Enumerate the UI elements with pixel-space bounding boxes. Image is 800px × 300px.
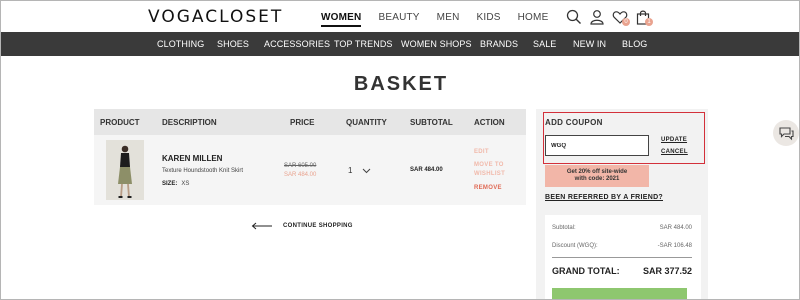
dept-home[interactable]: HOME bbox=[518, 12, 549, 27]
dept-women[interactable]: WOMEN bbox=[321, 12, 362, 27]
discount-value: -SAR 106.48 bbox=[657, 243, 692, 249]
quantity-value: 1 bbox=[348, 166, 353, 175]
basket-item-row: KAREN MILLEN Texture Houndstooth Knit Sk… bbox=[94, 135, 526, 205]
product-brand[interactable]: KAREN MILLEN bbox=[162, 154, 222, 163]
subtotal-value: SAR 484.00 bbox=[659, 225, 692, 231]
page-title: BASKET bbox=[353, 73, 449, 95]
edit-link[interactable]: EDIT bbox=[474, 149, 489, 155]
move-to-wishlist-link-line1[interactable]: MOVE TO bbox=[474, 162, 504, 168]
promo-line-1: Get 20% off site-wide bbox=[566, 169, 628, 175]
category-nav: CLOTHING SHOES ACCESSORIES TOP TRENDS WO… bbox=[1, 32, 799, 56]
nav-sale[interactable]: SALE bbox=[533, 39, 556, 49]
quantity-select[interactable]: 1 bbox=[348, 166, 371, 175]
col-quantity: QUANTITY bbox=[346, 118, 387, 127]
site-logo[interactable]: VOGACLOSET bbox=[148, 7, 283, 27]
update-coupon-button[interactable]: UPDATE bbox=[661, 137, 687, 143]
continue-shopping-link[interactable]: CONTINUE SHOPPING bbox=[251, 222, 353, 230]
bag-icon[interactable]: 1 bbox=[635, 9, 653, 26]
chevron-down-icon bbox=[362, 168, 371, 174]
referred-by-friend-link[interactable]: BEEN REFERRED BY A FRIEND? bbox=[545, 194, 663, 201]
nav-accessories[interactable]: ACCESSORIES bbox=[264, 39, 330, 49]
nav-clothing[interactable]: CLOTHING bbox=[157, 39, 204, 49]
product-size: SIZE: XS bbox=[162, 181, 189, 187]
cancel-coupon-button[interactable]: CANCEL bbox=[661, 149, 688, 155]
wishlist-count-badge: 0 bbox=[622, 18, 630, 26]
original-price: SAR 605.00 bbox=[284, 163, 317, 169]
sale-price: SAR 484.00 bbox=[284, 172, 317, 178]
top-header: VOGACLOSET WOMEN BEAUTY MEN KIDS HOME 0 … bbox=[1, 1, 799, 32]
col-subtotal: SUBTOTAL bbox=[410, 118, 453, 127]
search-icon[interactable] bbox=[566, 9, 582, 25]
item-subtotal: SAR 484.00 bbox=[410, 167, 443, 173]
product-description: Texture Houndstooth Knit Skirt bbox=[162, 168, 244, 174]
grand-total-value: SAR 377.52 bbox=[642, 266, 692, 276]
move-to-wishlist-link-line2[interactable]: WISHLIST bbox=[474, 171, 505, 177]
heart-icon[interactable]: 0 bbox=[612, 9, 630, 26]
size-label: SIZE: bbox=[162, 181, 178, 187]
chat-icon bbox=[779, 127, 794, 141]
arrow-left-icon bbox=[251, 222, 272, 230]
size-value: XS bbox=[181, 181, 190, 187]
nav-blog[interactable]: BLOG bbox=[622, 39, 647, 49]
nav-top-trends[interactable]: TOP TRENDS bbox=[334, 39, 393, 49]
col-price: PRICE bbox=[290, 118, 315, 127]
continue-shopping-label: CONTINUE SHOPPING bbox=[283, 223, 353, 229]
remove-link[interactable]: REMOVE bbox=[474, 185, 502, 191]
product-thumbnail[interactable] bbox=[106, 140, 144, 200]
dept-kids[interactable]: KIDS bbox=[477, 12, 501, 27]
coupon-title: ADD COUPON bbox=[545, 118, 603, 127]
user-icon[interactable] bbox=[589, 9, 605, 25]
nav-women-shops[interactable]: WOMEN SHOPS bbox=[401, 39, 472, 49]
col-product: PRODUCT bbox=[100, 118, 140, 127]
chat-button[interactable] bbox=[773, 120, 799, 146]
bag-count-badge: 1 bbox=[645, 18, 653, 26]
col-action: ACTION bbox=[474, 118, 505, 127]
dept-men[interactable]: MEN bbox=[437, 12, 460, 27]
promo-line-2: with code: 2021 bbox=[574, 176, 620, 182]
page-frame: VOGACLOSET WOMEN BEAUTY MEN KIDS HOME 0 … bbox=[0, 0, 800, 300]
checkout-button[interactable] bbox=[552, 288, 687, 299]
promo-banner: Get 20% off site-wide with code: 2021 bbox=[545, 165, 649, 187]
nav-new-in[interactable]: NEW IN bbox=[573, 39, 606, 49]
basket-table-header: PRODUCT DESCRIPTION PRICE QUANTITY SUBTO… bbox=[94, 109, 526, 135]
summary-divider bbox=[552, 257, 692, 258]
dept-beauty[interactable]: BEAUTY bbox=[378, 12, 419, 27]
nav-brands[interactable]: BRANDS bbox=[480, 39, 518, 49]
department-nav: WOMEN BEAUTY MEN KIDS HOME bbox=[321, 12, 565, 27]
nav-shoes[interactable]: SHOES bbox=[217, 39, 249, 49]
coupon-input[interactable] bbox=[545, 135, 649, 156]
col-description: DESCRIPTION bbox=[162, 118, 217, 127]
